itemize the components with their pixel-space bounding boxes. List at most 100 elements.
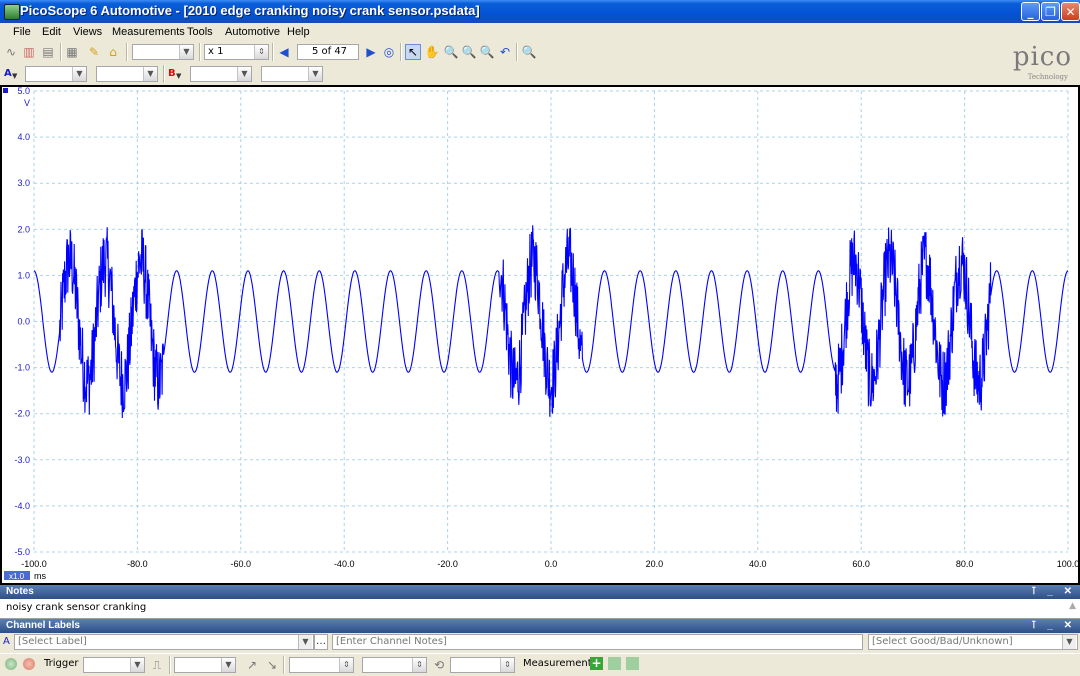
channel-b-options-icon[interactable]: ▼ [176, 72, 181, 80]
zoom-out-icon[interactable]: 🔍 [479, 44, 495, 60]
notes-text: noisy crank sensor cranking [6, 602, 147, 613]
channel-a-coupling-select[interactable]: ▼ [96, 66, 158, 82]
notes-panel-header: Notes ⊺ _ ✕ [0, 585, 1080, 599]
y-tick-label: -3.0 [14, 455, 30, 465]
trigger-delay-stepper[interactable]: ⇕ [450, 657, 515, 673]
y-tick-label: 1.0 [17, 270, 30, 280]
title-bar: PicoScope 6 Automotive - [2010 edge cran… [0, 0, 1080, 23]
status-bar: Trigger ▼ ⎍ ▼ ↗ ↘ ⇕ ⇕ ⟲ ⇕ Measurements + [0, 653, 1080, 676]
buffer-position-field[interactable]: 5 of 47 [297, 44, 359, 60]
timebase-select[interactable]: ▼ [132, 44, 194, 60]
trigger-label: Trigger [44, 658, 79, 669]
channel-b-range-select[interactable]: ▼ [190, 66, 252, 82]
y-tick-label: -2.0 [14, 409, 30, 419]
y-tick-label: 0.0 [17, 317, 30, 327]
channel-a-range-select[interactable]: ▼ [25, 66, 87, 82]
x-tick-label: 80.0 [956, 559, 974, 569]
x-tick-label: -20.0 [437, 559, 458, 569]
trigger-level-stepper[interactable]: ⇕ [289, 657, 354, 673]
buffer-navigator-icon[interactable]: ◎ [381, 44, 397, 60]
zoom-to-fit-icon[interactable]: 🔍 [521, 44, 537, 60]
falling-edge-icon[interactable]: ↘ [264, 657, 280, 673]
menu-file[interactable]: File [13, 26, 31, 38]
y-tick-label: 2.0 [17, 224, 30, 234]
window-title: PicoScope 6 Automotive - [2010 edge cran… [20, 3, 480, 18]
close-button[interactable]: ✕ [1061, 2, 1080, 21]
channel-b-label[interactable]: B [168, 68, 176, 79]
scope-mode-icon[interactable]: ∿ [3, 44, 19, 60]
more-options-button[interactable]: … [314, 634, 328, 650]
x-tick-label: 100.0 [1057, 559, 1080, 569]
trigger-source-select[interactable]: ▼ [174, 657, 236, 673]
channel-b-coupling-select[interactable]: ▼ [261, 66, 323, 82]
select-label-dropdown[interactable]: [Select Label] ▼ [14, 634, 314, 650]
x-tick-label: -60.0 [231, 559, 252, 569]
x-tick-label: -80.0 [127, 559, 148, 569]
y-axis-unit: V [24, 98, 30, 108]
measurements-label: Measurements [523, 658, 597, 669]
hand-pan-icon[interactable]: ✋ [424, 44, 440, 60]
notes-textarea[interactable]: noisy crank sensor cranking ▲ [0, 599, 1080, 619]
channel-labels-title: Channel Labels [6, 620, 80, 631]
stop-capture-icon[interactable] [23, 658, 35, 670]
menu-bar: File Edit Views Measurements Tools Autom… [0, 23, 1080, 41]
probe-icon[interactable]: ✎ [86, 44, 102, 60]
scope-graph[interactable]: 5.0 4.0 3.0 2.0 1.0 0.0 -1.0 -2.0 -3.0 -4.0 -5.0 -… [0, 85, 1080, 585]
trigger-delay-icon[interactable]: ⟲ [431, 657, 447, 673]
next-buffer-icon[interactable]: ▶ [363, 44, 379, 60]
y-tick-label: 5.0 [17, 86, 30, 96]
home-icon[interactable]: ⌂ [105, 44, 121, 60]
channel-labels-panel-controls[interactable]: ⊺ _ ✕ [1031, 619, 1076, 633]
good-bad-unknown-dropdown[interactable]: [Select Good/Bad/Unknown] ▼ [868, 634, 1078, 650]
delete-measurement-icon[interactable] [626, 657, 639, 670]
menu-help[interactable]: Help [287, 26, 310, 38]
menu-automotive[interactable]: Automotive [225, 26, 280, 38]
channel-label-channel: A [3, 636, 10, 647]
trigger-mode-select[interactable]: ▼ [83, 657, 145, 673]
maximize-button[interactable]: ❐ [1041, 2, 1060, 21]
x-tick-label: 0.0 [545, 559, 558, 569]
menu-views[interactable]: Views [73, 26, 102, 38]
minimize-button[interactable]: _ [1021, 2, 1040, 21]
menu-edit[interactable]: Edit [42, 26, 61, 38]
zoom-in-icon[interactable]: 🔍 [443, 44, 459, 60]
y-tick-label: 4.0 [17, 132, 30, 142]
channel-a-options-icon[interactable]: ▼ [12, 72, 17, 80]
main-toolbar: ∿ ▥ ▤ ▦ ✎ ⌂ ▼ x 1 ⇕ ◀ 5 of 47 ▶ ◎ ↖ ✋ 🔍 🔍… [0, 41, 1080, 64]
zoom-factor-stepper[interactable]: x 1 ⇕ [204, 44, 269, 60]
undo-zoom-icon[interactable]: ↶ [497, 44, 513, 60]
select-pointer-icon[interactable]: ↖ [405, 44, 421, 60]
channel-labels-panel-header: Channel Labels ⊺ _ ✕ [0, 619, 1080, 633]
channel-toolbar: A ▼ ▼ ▼ B ▼ ▼ ▼ [0, 64, 1080, 85]
x-tick-label: 60.0 [852, 559, 870, 569]
rising-edge-icon[interactable]: ↗ [244, 657, 260, 673]
x-tick-label: 20.0 [646, 559, 664, 569]
add-measurement-icon[interactable]: + [590, 657, 603, 670]
y-tick-label: -4.0 [14, 501, 30, 511]
x-tick-label: 40.0 [749, 559, 767, 569]
channel-a-label[interactable]: A [4, 68, 12, 79]
x-tick-label: -40.0 [334, 559, 355, 569]
y-tick-label: -1.0 [14, 363, 30, 373]
notes-title: Notes [6, 586, 34, 597]
y-tick-label: 3.0 [17, 178, 30, 188]
y-tick-label: -5.0 [14, 547, 30, 557]
add-view-icon[interactable]: ▦ [64, 44, 80, 60]
persistence-mode-icon[interactable]: ▥ [21, 44, 37, 60]
start-capture-icon[interactable] [5, 658, 17, 670]
x-axis-unit: ms [34, 571, 46, 581]
spectrum-mode-icon[interactable]: ▤ [40, 44, 56, 60]
scope-grid [33, 90, 1069, 553]
channel-notes-input[interactable]: [Enter Channel Notes] [332, 634, 863, 650]
notes-scroll-icon[interactable]: ▲ [1069, 601, 1076, 611]
menu-tools[interactable]: Tools [187, 26, 213, 38]
zoom-box-icon[interactable]: 🔍 [461, 44, 477, 60]
edit-measurement-icon[interactable] [608, 657, 621, 670]
trigger-edge-icon[interactable]: ⎍ [149, 657, 165, 673]
pre-trigger-stepper[interactable]: ⇕ [362, 657, 427, 673]
notes-panel-controls[interactable]: ⊺ _ ✕ [1031, 585, 1076, 599]
x-tick-label: -100.0 [21, 559, 47, 569]
previous-buffer-icon[interactable]: ◀ [276, 44, 292, 60]
picoscope-app-icon [4, 4, 20, 20]
menu-measurements[interactable]: Measurements [112, 26, 185, 38]
